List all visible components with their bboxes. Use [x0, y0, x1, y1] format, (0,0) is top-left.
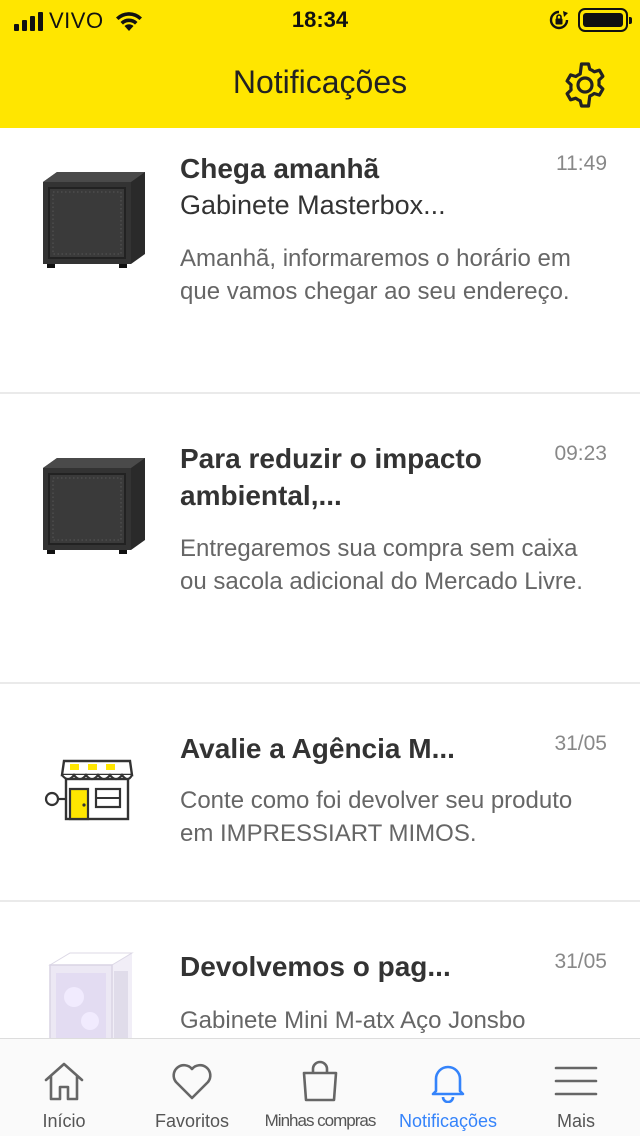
tab-minhas-compras[interactable]: Minhas compras [256, 1039, 384, 1136]
orientation-lock-icon [549, 10, 569, 30]
battery-icon [578, 8, 632, 32]
notification-list[interactable]: Chega amanhã Gabinete Masterbox... Amanh… [0, 128, 640, 1038]
notification-title: Chega amanhã [180, 153, 380, 184]
pc-case-image [43, 172, 145, 268]
menu-icon [554, 1066, 598, 1096]
product-thumbnail [30, 942, 150, 1038]
notification-subtitle: Gabinete Masterbox... [180, 190, 446, 220]
notification-body: Entregaremos sua compra sem caixa ou sac… [180, 535, 583, 595]
notification-item[interactable]: Para reduzir o impacto ambiental,... Ent… [0, 394, 640, 684]
status-clock: 18:34 [291, 7, 349, 32]
tab-label: Notificações [398, 1111, 498, 1131]
pc-case-image [43, 458, 145, 554]
notification-body: Amanhã, informaremos o horário em que va… [180, 245, 571, 305]
app-header: Notificações [0, 40, 640, 128]
notification-title: Para reduzir o impacto ambiental,... [180, 443, 482, 511]
status-right [548, 8, 632, 32]
gear-icon[interactable] [560, 60, 610, 110]
notification-time: 11:49 [556, 152, 607, 175]
status-bar: VIVO 18:34 [0, 0, 640, 40]
notification-time: 31/05 [554, 950, 607, 973]
pc-case-image [48, 952, 134, 1038]
tab-label: Minhas compras [264, 1111, 377, 1130]
tab-mais[interactable]: Mais [512, 1039, 640, 1136]
store-icon [44, 759, 134, 821]
bell-icon [431, 1065, 465, 1103]
page-title: Notificações [232, 64, 408, 100]
notification-title: Devolvemos o pag... [180, 951, 451, 982]
tab-notificacoes[interactable]: Notificações [384, 1039, 512, 1136]
tab-label: Início [42, 1111, 86, 1131]
tab-inicio[interactable]: Início [0, 1039, 128, 1136]
notification-body: Conte como foi devolver seu produto em I… [180, 787, 573, 847]
home-icon [44, 1062, 84, 1101]
shopping-bag-icon [302, 1060, 338, 1102]
notification-item[interactable]: Avalie a Agência M... Conte como foi dev… [0, 684, 640, 902]
store-thumbnail [30, 728, 150, 848]
notification-time: 31/05 [554, 732, 607, 755]
tab-favoritos[interactable]: Favoritos [128, 1039, 256, 1136]
notification-item[interactable]: Devolvemos o pag... Gabinete Mini M-atx … [0, 902, 640, 1038]
notification-title: Avalie a Agência M... [180, 733, 455, 764]
product-thumbnail [30, 158, 150, 278]
heart-icon [172, 1063, 212, 1100]
notification-item[interactable]: Chega amanhã Gabinete Masterbox... Amanh… [0, 128, 640, 394]
bottom-tab-bar: Início Favoritos Minhas compras Notifica… [0, 1038, 640, 1136]
notification-time: 09:23 [554, 442, 607, 465]
tab-label: Favoritos [154, 1111, 230, 1131]
product-thumbnail [30, 444, 150, 564]
notification-body: Gabinete Mini M-atx Aço Jonsbo [180, 1007, 526, 1034]
tab-label: Mais [556, 1111, 595, 1131]
